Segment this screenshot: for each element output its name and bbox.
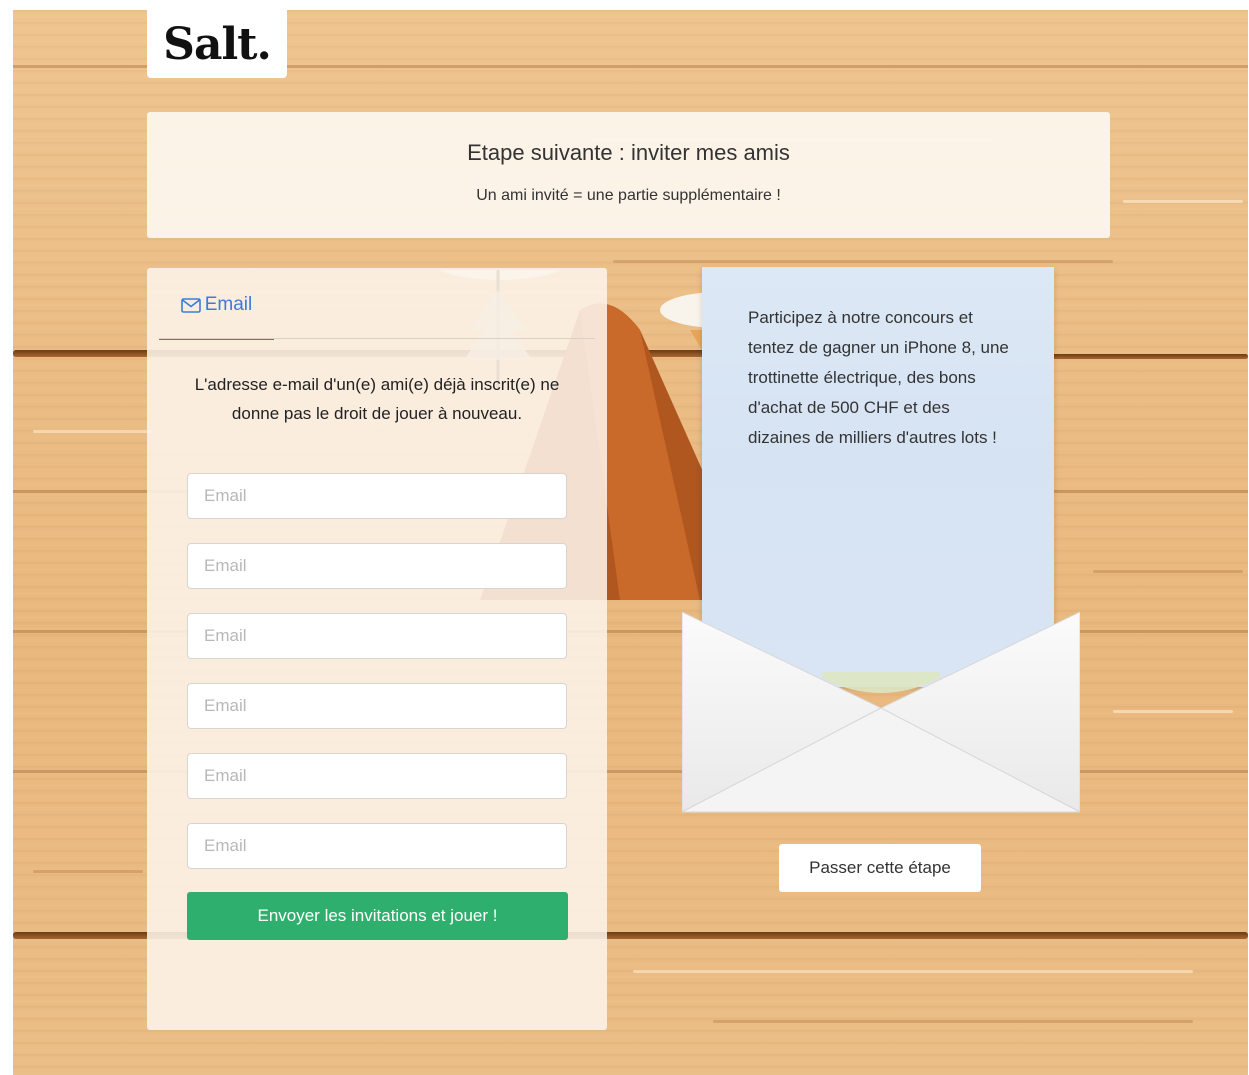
send-invitations-button[interactable]: Envoyer les invitations et jouer ! (187, 892, 568, 940)
friend-email-input-1[interactable] (187, 473, 567, 519)
tab-divider (159, 338, 595, 339)
friend-email-input-5[interactable] (187, 753, 567, 799)
envelope-icon (180, 298, 201, 313)
salt-logo[interactable]: Salt. (147, 10, 287, 78)
header-panel: Etape suivante : inviter mes amis Un ami… (147, 112, 1110, 238)
friend-email-input-2[interactable] (187, 543, 567, 589)
skip-step-button[interactable]: Passer cette étape (779, 844, 981, 892)
friend-email-input-4[interactable] (187, 683, 567, 729)
invite-notice: L'adresse e-mail d'un(e) ami(e) déjà ins… (194, 375, 560, 423)
friend-email-input-6[interactable] (187, 823, 567, 869)
invite-form-panel: Email L'adresse e-mail d'un(e) ami(e) dé… (147, 268, 607, 1030)
page-title: Etape suivante : inviter mes amis (467, 140, 790, 165)
page-subtitle: Un ami invité = une partie supplémentair… (476, 187, 781, 204)
tab-email[interactable]: Email (159, 294, 274, 340)
envelope-illustration (682, 611, 1080, 813)
friend-email-input-3[interactable] (187, 613, 567, 659)
contest-text: Participez à notre concours et tentez de… (748, 308, 1009, 447)
tab-email-label: Email (204, 294, 253, 315)
logo-text: Salt. (163, 18, 272, 70)
